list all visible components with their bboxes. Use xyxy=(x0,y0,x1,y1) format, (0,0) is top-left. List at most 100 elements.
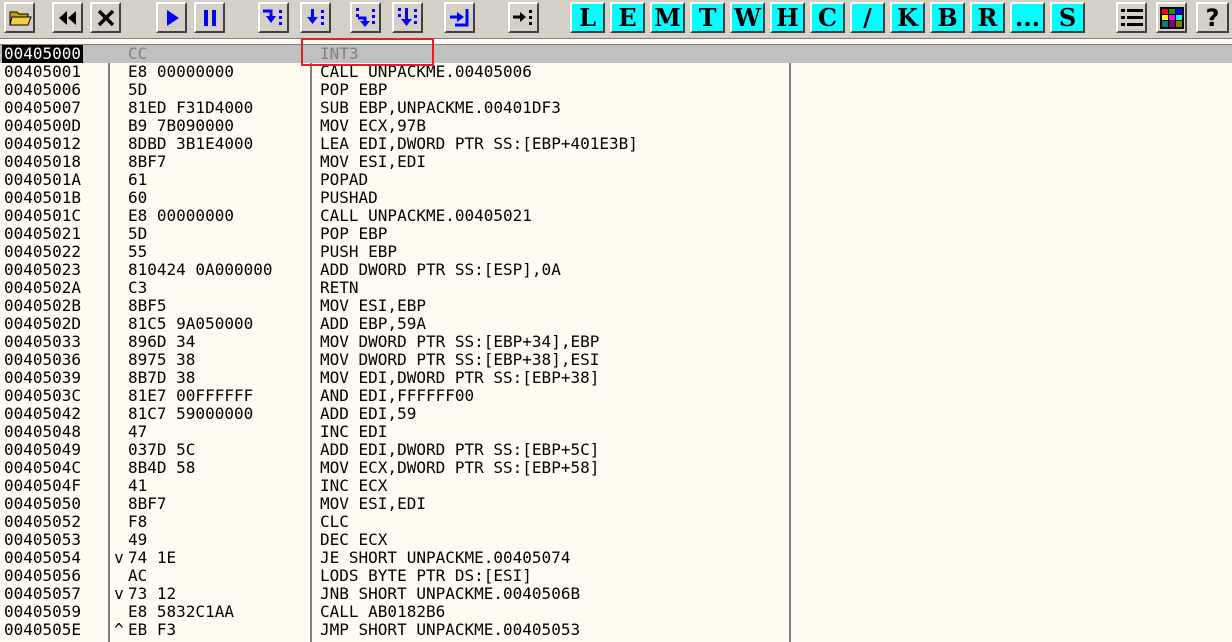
table-row[interactable]: 00405000 CC INT3 xyxy=(0,45,1232,63)
hex-dump-cell: F8 xyxy=(128,512,148,531)
table-row[interactable]: 00405053 49 DEC ECX xyxy=(0,531,1232,549)
pause-icon[interactable] xyxy=(194,2,225,33)
open-icon[interactable] xyxy=(4,2,35,33)
breakpoints-button[interactable]: B xyxy=(930,2,965,33)
instruction-cell: POP EBP xyxy=(320,224,388,243)
table-row[interactable]: 00405052 F8 CLC xyxy=(0,513,1232,531)
address-cell: 00405001 xyxy=(4,62,82,81)
table-row[interactable]: 00405006 5D POP EBP xyxy=(0,81,1232,99)
table-row[interactable]: 00405018 8BF7 MOV ESI,EDI xyxy=(0,153,1232,171)
instruction-cell: POP EBP xyxy=(320,80,388,99)
instruction-cell: CLC xyxy=(320,512,349,531)
hex-dump-cell: B9 7B090000 xyxy=(128,116,234,135)
address-cell: 0040504C xyxy=(4,458,82,477)
hex-dump-cell: 55 xyxy=(128,242,148,261)
table-row[interactable]: 0040500D B9 7B090000 MOV ECX,97B xyxy=(0,117,1232,135)
address-cell: 00405036 xyxy=(4,350,82,369)
table-row[interactable]: 00405048 47 INC EDI xyxy=(0,423,1232,441)
table-row[interactable]: 0040504F 41 INC ECX xyxy=(0,477,1232,495)
palette-icon[interactable] xyxy=(1156,2,1187,33)
handles-button[interactable]: H xyxy=(770,2,805,33)
disassembly-pane[interactable]: 00405000 CC INT3 00405001 E8 00000000 CALL UN… xyxy=(0,44,1232,642)
address-cell: 00405056 xyxy=(4,566,82,585)
memory-map-button[interactable]: M xyxy=(650,2,685,33)
close-icon[interactable] xyxy=(90,2,121,33)
table-row[interactable]: 00405054 v 74 1E JE SHORT UNPACKME.00405074 xyxy=(0,549,1232,567)
instruction-cell: SUB EBP,UNPACKME.00401DF3 xyxy=(320,98,561,117)
address-cell: 00405012 xyxy=(4,134,82,153)
hex-dump-cell: 5D xyxy=(128,80,148,99)
table-row[interactable]: 0040501B 60 PUSHAD xyxy=(0,189,1232,207)
instruction-cell: INC ECX xyxy=(320,476,388,495)
restart-icon[interactable] xyxy=(52,2,83,33)
address-cell: 00405049 xyxy=(4,440,82,459)
instruction-cell: MOV ESI,EDI xyxy=(320,494,426,513)
list-icon[interactable] xyxy=(1116,2,1147,33)
table-row[interactable]: 00405033 896D 34 MOV DWORD PTR SS:[EBP+34]… xyxy=(0,333,1232,351)
address-cell: 0040500D xyxy=(4,116,82,135)
hex-dump-cell: 037D 5C xyxy=(128,440,196,459)
table-row[interactable]: 0040505E ^ EB F3 JMP SHORT UNPACKME.0040505… xyxy=(0,621,1232,639)
run-trace-button[interactable]: ... xyxy=(1010,2,1045,33)
instruction-cell: AND EDI,FFFFFF00 xyxy=(320,386,475,405)
step-over-icon[interactable] xyxy=(300,2,331,33)
help-icon[interactable]: ? xyxy=(1196,2,1229,33)
instruction-cell: ADD EDI,59 xyxy=(320,404,417,423)
hex-dump-cell: 8B4D 58 xyxy=(128,458,196,477)
table-row[interactable]: 0040501C E8 00000000 CALL UNPACKME.0040502… xyxy=(0,207,1232,225)
hex-dump-cell: 8975 38 xyxy=(128,350,196,369)
table-row[interactable]: 0040503C 81E7 00FFFFFF AND EDI,FFFFFF00 xyxy=(0,387,1232,405)
table-row[interactable]: 0040501A 61 POPAD xyxy=(0,171,1232,189)
address-cell: 0040503C xyxy=(4,386,82,405)
address-cell: 0040502A xyxy=(4,278,82,297)
patches-button[interactable]: / xyxy=(850,2,885,33)
hex-dump-cell: 810424 0A000000 xyxy=(128,260,273,279)
instruction-cell: DEC ECX xyxy=(320,530,388,549)
hex-dump-cell: 73 12 xyxy=(128,584,177,603)
table-row[interactable]: 00405049 037D 5C ADD EDI,DWORD PTR SS:[EBP… xyxy=(0,441,1232,459)
table-row[interactable]: 00405036 8975 38 MOV DWORD PTR SS:[EBP+38]… xyxy=(0,351,1232,369)
table-row[interactable]: 00405050 8BF7 MOV ESI,EDI xyxy=(0,495,1232,513)
table-row[interactable]: 00405022 55 PUSH EBP xyxy=(0,243,1232,261)
table-row[interactable]: 00405023 810424 0A000000 ADD DWORD PTR SS:… xyxy=(0,261,1232,279)
instruction-cell: MOV DWORD PTR SS:[EBP+38],ESI xyxy=(320,350,600,369)
go-to-icon[interactable] xyxy=(508,2,539,33)
hex-dump-cell: C3 xyxy=(128,278,148,297)
source-button[interactable]: S xyxy=(1050,2,1085,33)
trace-over-icon[interactable] xyxy=(392,2,423,33)
hex-dump-cell: 8BF5 xyxy=(128,296,167,315)
table-row[interactable]: 00405056 AC LODS BYTE PTR DS:[ESI] xyxy=(0,567,1232,585)
table-row[interactable]: 00405001 E8 00000000 CALL UNPACKME.0040500… xyxy=(0,63,1232,81)
table-row[interactable]: 00405012 8DBD 3B1E4000 LEA EDI,DWORD PTR S… xyxy=(0,135,1232,153)
windows-button[interactable]: W xyxy=(730,2,765,33)
call-stack-button[interactable]: K xyxy=(890,2,925,33)
cpu-button[interactable]: C xyxy=(810,2,845,33)
log-window-button[interactable]: L xyxy=(570,2,605,33)
address-cell: 00405053 xyxy=(4,530,82,549)
table-row[interactable]: 00405059 E8 5832C1AA CALL AB0182B6 xyxy=(0,603,1232,621)
run-icon[interactable] xyxy=(156,2,187,33)
hex-dump-cell: 81C5 9A050000 xyxy=(128,314,254,333)
instruction-cell: POPAD xyxy=(320,170,369,189)
instruction-cell: MOV ESI,EDI xyxy=(320,152,426,171)
execute-till-return-icon[interactable] xyxy=(444,2,475,33)
hex-dump-cell: 81C7 59000000 xyxy=(128,404,254,423)
threads-button[interactable]: T xyxy=(690,2,725,33)
table-row[interactable]: 00405021 5D POP EBP xyxy=(0,225,1232,243)
table-row[interactable]: 00405039 8B7D 38 MOV EDI,DWORD PTR SS:[EBP… xyxy=(0,369,1232,387)
table-row[interactable]: 0040502D 81C5 9A050000 ADD EBP,59A xyxy=(0,315,1232,333)
references-button[interactable]: R xyxy=(970,2,1005,33)
table-row[interactable]: 0040502A C3 RETN xyxy=(0,279,1232,297)
address-cell: 0040505E xyxy=(4,620,82,639)
table-row[interactable]: 00405007 81ED F31D4000 SUB EBP,UNPACKME.00… xyxy=(0,99,1232,117)
table-row[interactable]: 0040504C 8B4D 58 MOV ECX,DWORD PTR SS:[EBP… xyxy=(0,459,1232,477)
step-into-icon[interactable] xyxy=(258,2,289,33)
trace-into-icon[interactable] xyxy=(350,2,381,33)
executable-modules-button[interactable]: E xyxy=(610,2,645,33)
address-cell: 00405000 xyxy=(2,44,84,63)
table-row[interactable]: 00405042 81C7 59000000 ADD EDI,59 xyxy=(0,405,1232,423)
table-row[interactable]: 0040502B 8BF5 MOV ESI,EBP xyxy=(0,297,1232,315)
table-row[interactable]: 00405057 v 73 12 JNB SHORT UNPACKME.0040506… xyxy=(0,585,1232,603)
instruction-cell: PUSHAD xyxy=(320,188,378,207)
instruction-cell: JMP SHORT UNPACKME.00405053 xyxy=(320,620,581,639)
